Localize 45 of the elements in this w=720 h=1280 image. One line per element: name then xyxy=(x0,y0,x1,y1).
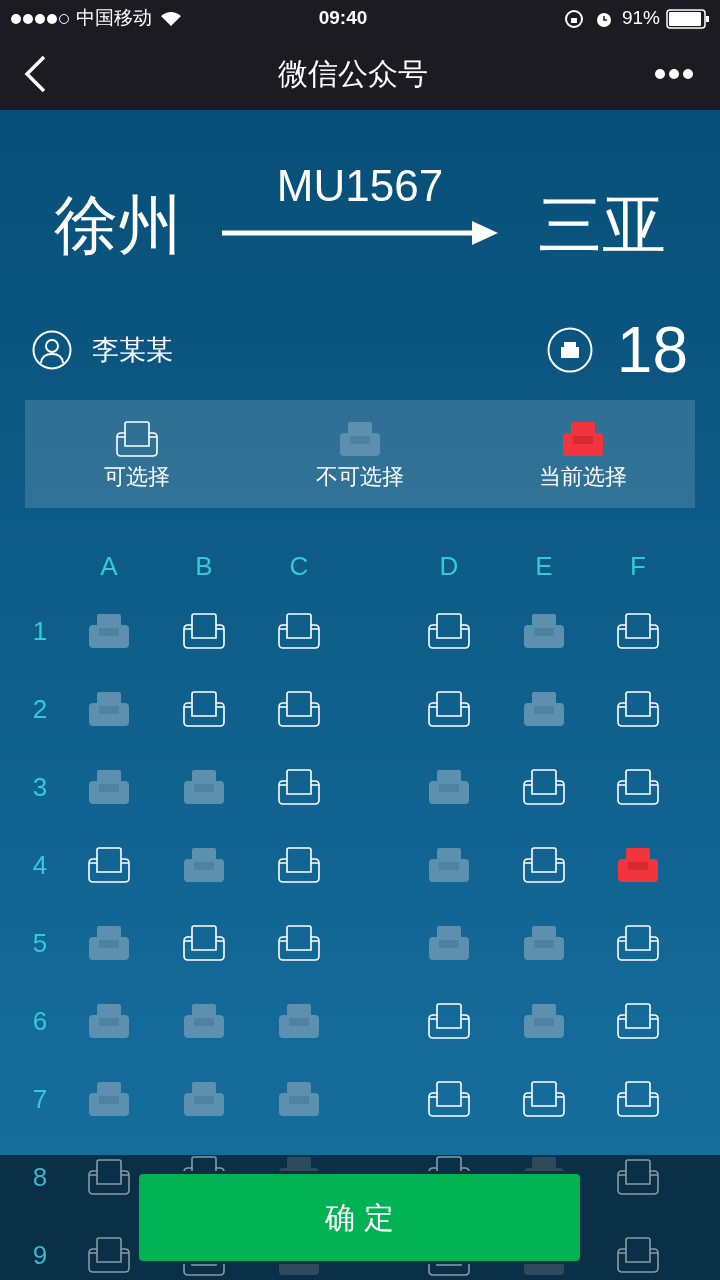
column-label: F xyxy=(629,549,647,583)
battery-icon xyxy=(666,8,710,29)
battery-percent: 91% xyxy=(621,6,660,31)
seat[interactable] xyxy=(87,1158,131,1196)
seat[interactable] xyxy=(616,1236,660,1274)
seat[interactable] xyxy=(616,1158,660,1196)
column-label: A xyxy=(99,549,119,583)
seat[interactable] xyxy=(182,1155,226,1171)
legend-label: 不可选择 xyxy=(316,462,404,491)
departure-city: 徐州 xyxy=(54,188,182,263)
seat[interactable] xyxy=(182,1264,226,1277)
column-label: E xyxy=(534,549,554,583)
row-number: 8 xyxy=(31,1160,49,1194)
seat-badge-icon xyxy=(546,327,593,373)
row-number: 3 xyxy=(31,770,49,804)
signal-icon xyxy=(10,12,72,25)
more-icon xyxy=(654,67,694,80)
seat[interactable] xyxy=(427,1155,471,1171)
legend-label: 可选择 xyxy=(103,462,170,491)
arrival-city: 三亚 xyxy=(538,188,666,263)
row-number: 1 xyxy=(31,614,49,648)
seat[interactable] xyxy=(87,1236,131,1274)
row-number: 5 xyxy=(31,926,49,960)
armchair-icon[interactable] xyxy=(114,419,159,458)
legend-label: 当前选择 xyxy=(539,462,628,491)
seat[interactable] xyxy=(427,1264,471,1277)
row-number: 6 xyxy=(31,1004,49,1038)
user-icon xyxy=(32,330,72,370)
wifi-icon xyxy=(160,10,182,27)
column-label: B xyxy=(194,549,214,583)
nav-title: 微信公众号 xyxy=(277,56,429,92)
rotation-lock-icon xyxy=(563,8,584,29)
carrier-name: 中国移动 xyxy=(76,6,152,31)
flight-number: MU1567 xyxy=(276,160,444,212)
column-label: C xyxy=(288,549,310,583)
confirm-button[interactable]: 确 定 xyxy=(139,1174,580,1261)
column-label: D xyxy=(438,549,460,583)
seat-number: 18 xyxy=(616,318,688,382)
status-time: 09:40 xyxy=(317,6,369,31)
back-icon xyxy=(24,54,46,93)
row-number: 9 xyxy=(31,1238,49,1272)
row-number: 7 xyxy=(31,1082,49,1116)
row-number: 4 xyxy=(31,848,49,882)
passenger-name: 李某某 xyxy=(92,333,174,367)
row-number: 2 xyxy=(31,692,49,726)
